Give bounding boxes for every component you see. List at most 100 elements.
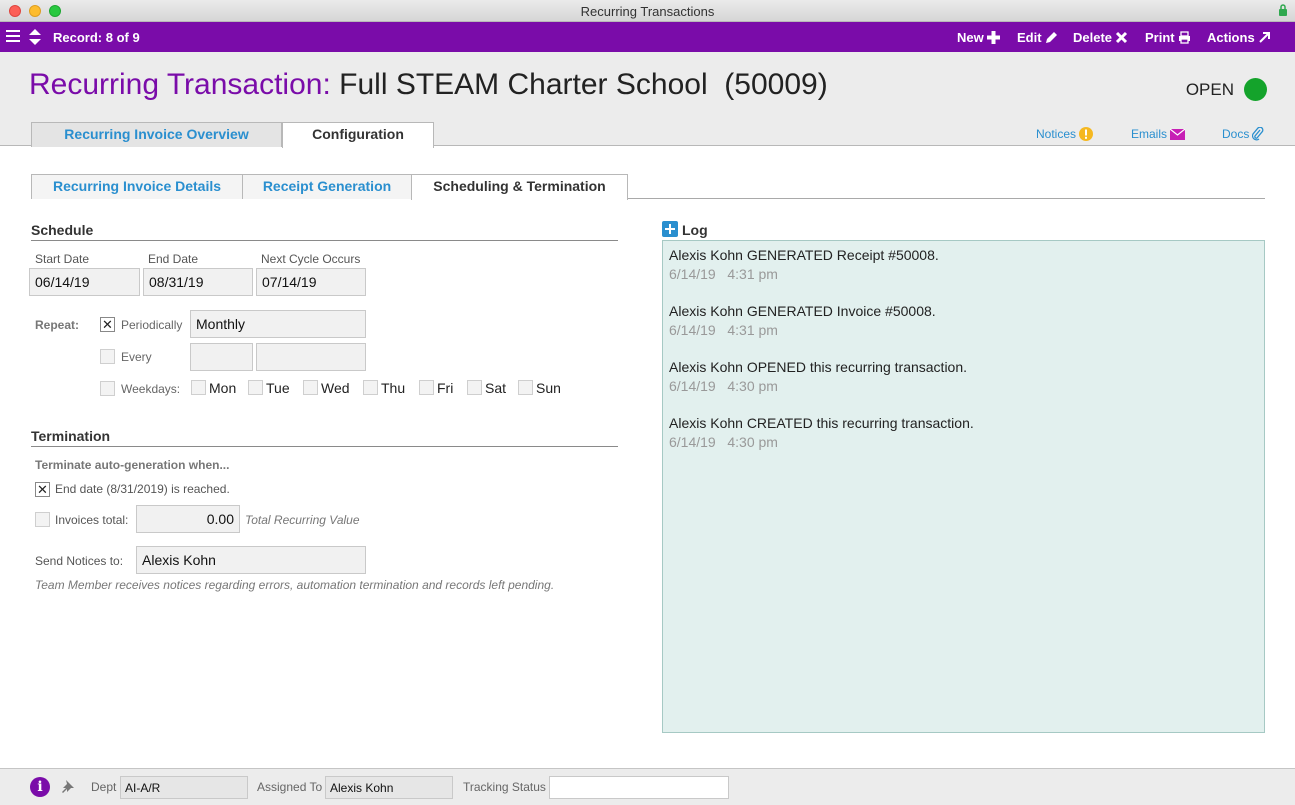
termination-divider <box>31 446 618 447</box>
schedule-divider <box>31 240 618 241</box>
log-entry-time: 6/14/19 4:30 pm <box>669 434 778 450</box>
tab-configuration[interactable]: Configuration <box>282 122 434 148</box>
pencil-icon <box>1045 32 1057 43</box>
weekday-label-wed: Wed <box>321 380 350 396</box>
record-toolbar: Record: 8 of 9 New Edit Delete Print Act… <box>0 22 1295 52</box>
add-log-icon[interactable] <box>662 221 678 237</box>
print-button[interactable]: Print <box>1145 30 1191 45</box>
page-title: Recurring Transaction: Full STEAM Charte… <box>29 68 828 102</box>
edit-button[interactable]: Edit <box>1017 30 1058 45</box>
tab-recurring-invoice-details[interactable]: Recurring Invoice Details <box>31 174 243 199</box>
plus-icon <box>986 31 1000 44</box>
start-date-field[interactable]: 06/14/19 <box>29 268 140 296</box>
every-label: Every <box>121 350 152 364</box>
weekday-checkbox-fri[interactable] <box>419 380 434 395</box>
periodically-select[interactable]: Monthly <box>190 310 366 338</box>
edit-button-label: Edit <box>1017 30 1042 45</box>
next-cycle-field[interactable]: 07/14/19 <box>256 268 366 296</box>
invoices-total-field[interactable]: 0.00 <box>136 505 240 533</box>
weekday-label-thu: Thu <box>381 380 406 396</box>
new-button[interactable]: New <box>957 30 1000 45</box>
print-button-label: Print <box>1145 30 1175 45</box>
end-date-label: End Date <box>148 252 199 266</box>
log-entry-time: 6/14/19 4:31 pm <box>669 322 778 338</box>
log-title: Log <box>682 222 708 238</box>
x-icon <box>1115 31 1128 44</box>
periodically-label: Periodically <box>121 318 183 332</box>
dept-field[interactable]: AI-A/R <box>120 776 248 799</box>
info-icon[interactable]: i <box>30 777 50 797</box>
record-position: Record: 8 of 9 <box>53 30 140 45</box>
periodically-checkbox[interactable]: ✕ <box>100 317 115 332</box>
tab-receipt-generation[interactable]: Receipt Generation <box>242 174 412 199</box>
window-titlebar: Recurring Transactions <box>0 0 1295 22</box>
end-date-field[interactable]: 08/31/19 <box>143 268 253 296</box>
weekday-label-mon: Mon <box>209 380 237 396</box>
record-footer: i Dept AI-A/R Assigned To Alexis Kohn Tr… <box>0 768 1295 805</box>
assigned-to-label: Assigned To <box>257 780 323 794</box>
end-date-reached-label: End date (8/31/2019) is reached. <box>55 482 230 496</box>
expand-arrow-icon <box>1258 32 1270 43</box>
send-notices-label: Send Notices to: <box>35 554 124 568</box>
menu-icon[interactable] <box>6 30 20 43</box>
page-title-label: Recurring Transaction: <box>29 68 331 101</box>
weekday-checkbox-wed[interactable] <box>303 380 318 395</box>
pin-icon[interactable] <box>61 779 75 795</box>
emails-link[interactable]: Emails <box>1131 127 1186 141</box>
invoices-total-checkbox[interactable] <box>35 512 50 527</box>
every-count-field[interactable] <box>190 343 253 371</box>
start-date-label: Start Date <box>35 252 90 266</box>
status-dot-icon <box>1244 78 1267 101</box>
end-date-reached-checkbox[interactable]: ✕ <box>35 482 50 497</box>
notices-label: Notices <box>1036 127 1077 141</box>
status-indicator: OPEN <box>1186 78 1267 101</box>
weekday-checkbox-sat[interactable] <box>467 380 482 395</box>
docs-link[interactable]: Docs <box>1222 127 1264 141</box>
next-cycle-label: Next Cycle Occurs <box>261 252 361 266</box>
log-entry: Alexis Kohn GENERATED Receipt #50008. 6/… <box>669 247 1258 303</box>
status-text: OPEN <box>1185 79 1234 99</box>
repeat-label: Repeat: <box>35 318 80 332</box>
log-entry-time: 6/14/19 4:31 pm <box>669 266 778 282</box>
subtab-bar: Recurring Invoice Details Receipt Genera… <box>31 174 1265 200</box>
log-panel[interactable]: Alexis Kohn GENERATED Receipt #50008. 6/… <box>662 240 1265 733</box>
every-unit-field[interactable] <box>256 343 366 371</box>
weekday-checkbox-thu[interactable] <box>363 380 378 395</box>
delete-button[interactable]: Delete <box>1073 30 1128 45</box>
terminate-intro: Terminate auto-generation when... <box>35 458 230 472</box>
weekday-checkbox-sun[interactable] <box>518 380 533 395</box>
invoices-total-label: Invoices total: <box>55 513 129 527</box>
termination-section-title: Termination <box>31 428 111 444</box>
weekday-label-tue: Tue <box>266 380 290 396</box>
schedule-section-title: Schedule <box>31 222 94 238</box>
emails-label: Emails <box>1131 127 1168 141</box>
delete-button-label: Delete <box>1073 30 1113 45</box>
send-notices-field[interactable]: Alexis Kohn <box>136 546 366 574</box>
weekday-checkbox-tue[interactable] <box>248 380 263 395</box>
actions-button-label: Actions <box>1207 30 1255 45</box>
tab-recurring-invoice-overview[interactable]: Recurring Invoice Overview <box>31 122 282 147</box>
page-title-value: Full STEAM Charter School (50009) <box>339 68 828 101</box>
lock-icon <box>1279 4 1287 16</box>
docs-label: Docs <box>1222 127 1250 141</box>
notices-link[interactable]: Notices <box>1036 127 1094 141</box>
log-entry-text: Alexis Kohn GENERATED Invoice #50008. <box>669 303 936 319</box>
paperclip-icon <box>1252 127 1264 141</box>
weekday-checkbox-mon[interactable] <box>191 380 206 395</box>
log-entry-text: Alexis Kohn OPENED this recurring transa… <box>669 359 968 375</box>
window-title: Recurring Transactions <box>580 4 715 19</box>
log-entry: Alexis Kohn GENERATED Invoice #50008. 6/… <box>669 303 1258 359</box>
assigned-to-field[interactable]: Alexis Kohn <box>325 776 453 799</box>
weekdays-checkbox[interactable] <box>100 381 115 396</box>
actions-button[interactable]: Actions <box>1207 30 1271 45</box>
log-entry-time: 6/14/19 4:30 pm <box>669 378 778 394</box>
record-navigation-icon[interactable] <box>28 28 42 46</box>
weekday-label-sun: Sun <box>536 380 561 396</box>
tab-scheduling-termination[interactable]: Scheduling & Termination <box>411 174 628 200</box>
printer-icon <box>1178 31 1190 44</box>
every-checkbox[interactable] <box>100 349 115 364</box>
tracking-status-field[interactable] <box>549 776 729 799</box>
weekday-label-fri: Fri <box>437 380 454 396</box>
log-entry: Alexis Kohn OPENED this recurring transa… <box>669 359 1258 415</box>
weekdays-label: Weekdays: <box>121 382 181 396</box>
